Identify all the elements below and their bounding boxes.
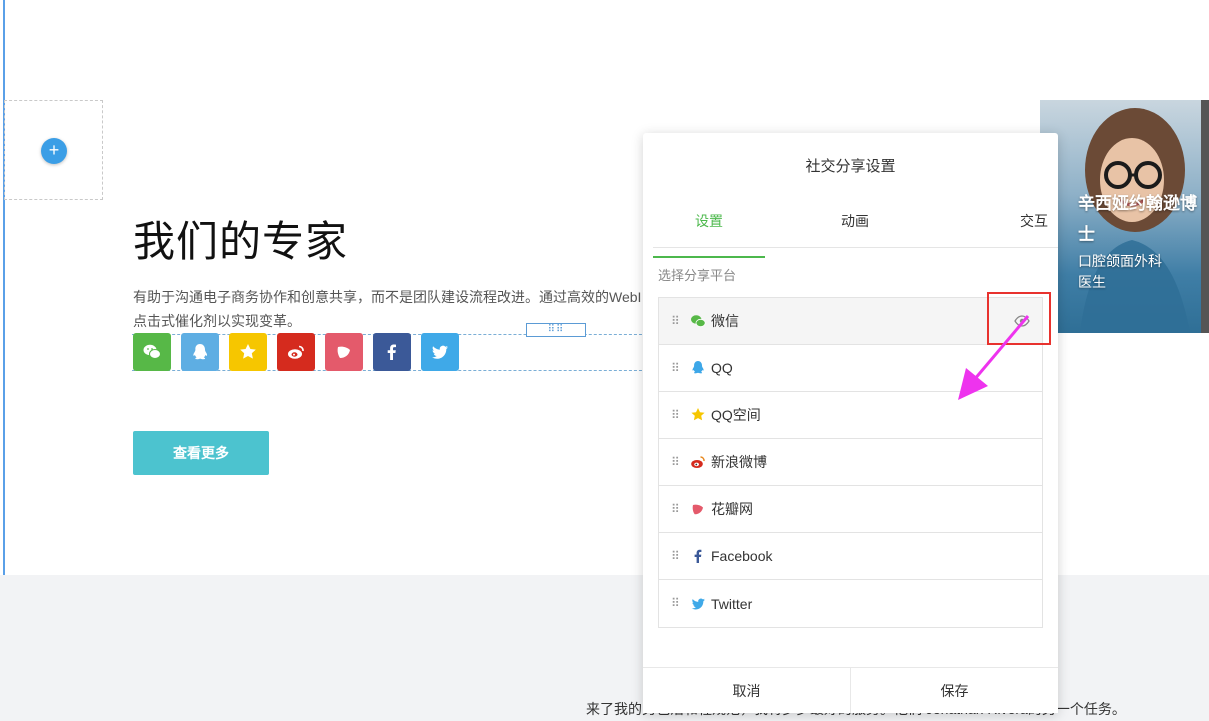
tab-animation[interactable]: 动画 [765, 205, 945, 247]
facebook-icon [387, 344, 396, 360]
platform-label: 微信 [711, 313, 739, 329]
platform-label: QQ [711, 360, 733, 376]
qzone-icon [240, 344, 256, 359]
platform-label: 新浪微博 [711, 454, 767, 470]
platform-label: Twitter [711, 595, 753, 612]
platform-item-weibo[interactable]: ⠿ 新浪微博 [659, 439, 1042, 486]
facebook-icon [694, 549, 702, 563]
qzone-share-button[interactable] [229, 333, 267, 371]
profile-edge [1201, 100, 1209, 333]
platform-label: 花瓣网 [711, 501, 753, 517]
qq-share-button[interactable] [181, 333, 219, 371]
drag-handle-icon[interactable]: ⠿ [671, 597, 681, 609]
view-more-button[interactable]: 查看更多 [133, 431, 269, 475]
qq-icon [692, 361, 704, 374]
drag-handle-icon[interactable]: ⠿ [671, 456, 681, 468]
twitter-icon [432, 345, 448, 359]
platform-label: Facebook [711, 548, 773, 564]
profile-name: 辛西娅约翰逊博士 [1078, 194, 1197, 244]
huaban-icon [337, 346, 350, 358]
facebook-share-button[interactable] [373, 333, 411, 371]
tab-interaction[interactable]: 交互 [945, 205, 1058, 247]
drag-handle-icon[interactable]: ⠿ [671, 550, 681, 562]
annotation-arrow [958, 315, 1030, 400]
huaban-icon [692, 504, 703, 515]
profile-role: 口腔颌面外科医生 [1078, 253, 1162, 290]
wechat-icon [143, 344, 161, 359]
drag-handle-icon[interactable]: ⠿ [671, 409, 681, 421]
qzone-icon [691, 408, 705, 421]
left-guide-line [3, 0, 5, 575]
huaban-share-button[interactable] [325, 333, 363, 371]
share-icons-row [133, 333, 459, 371]
panel-tabs: 设置 动画 交互 [653, 205, 1058, 258]
twitter-share-button[interactable] [421, 333, 459, 371]
drag-handle[interactable]: ⠿⠿ [526, 323, 586, 337]
qq-icon [193, 344, 208, 360]
save-button[interactable]: 保存 [851, 668, 1058, 713]
wechat-share-button[interactable] [133, 333, 171, 371]
weibo-icon [691, 456, 705, 468]
drag-handle-icon[interactable]: ⠿ [671, 503, 681, 515]
tab-settings[interactable]: 设置 [653, 205, 765, 258]
page-heading: 我们的专家 [133, 218, 349, 265]
add-element-button[interactable]: + [41, 138, 67, 164]
drag-handle-icon[interactable]: ⠿ [671, 315, 681, 327]
profile-card: 辛西娅约翰逊博士 口腔颌面外科医生 [1040, 100, 1209, 333]
social-share-settings-panel: 社交分享设置 设置 动画 交互 选择分享平台 ⠿ 微信 ⠿ QQ ⠿ QQ空间 … [643, 133, 1058, 713]
platform-item-huaban[interactable]: ⠿ 花瓣网 [659, 486, 1042, 533]
cancel-button[interactable]: 取消 [643, 668, 851, 713]
weibo-share-button[interactable] [277, 333, 315, 371]
twitter-icon [691, 598, 705, 609]
weibo-icon [288, 345, 304, 359]
empty-placeholder-block[interactable]: + [4, 100, 103, 200]
panel-title: 社交分享设置 [805, 158, 896, 175]
platform-item-facebook[interactable]: ⠿ Facebook [659, 533, 1042, 580]
section-label: 选择分享平台 [658, 268, 737, 283]
platform-label: QQ空间 [711, 407, 761, 423]
platform-item-twitter[interactable]: ⠿ Twitter [659, 580, 1042, 627]
panel-footer: 取消 保存 [643, 667, 1058, 713]
drag-handle-icon[interactable]: ⠿ [671, 362, 681, 374]
wechat-icon [691, 315, 706, 328]
